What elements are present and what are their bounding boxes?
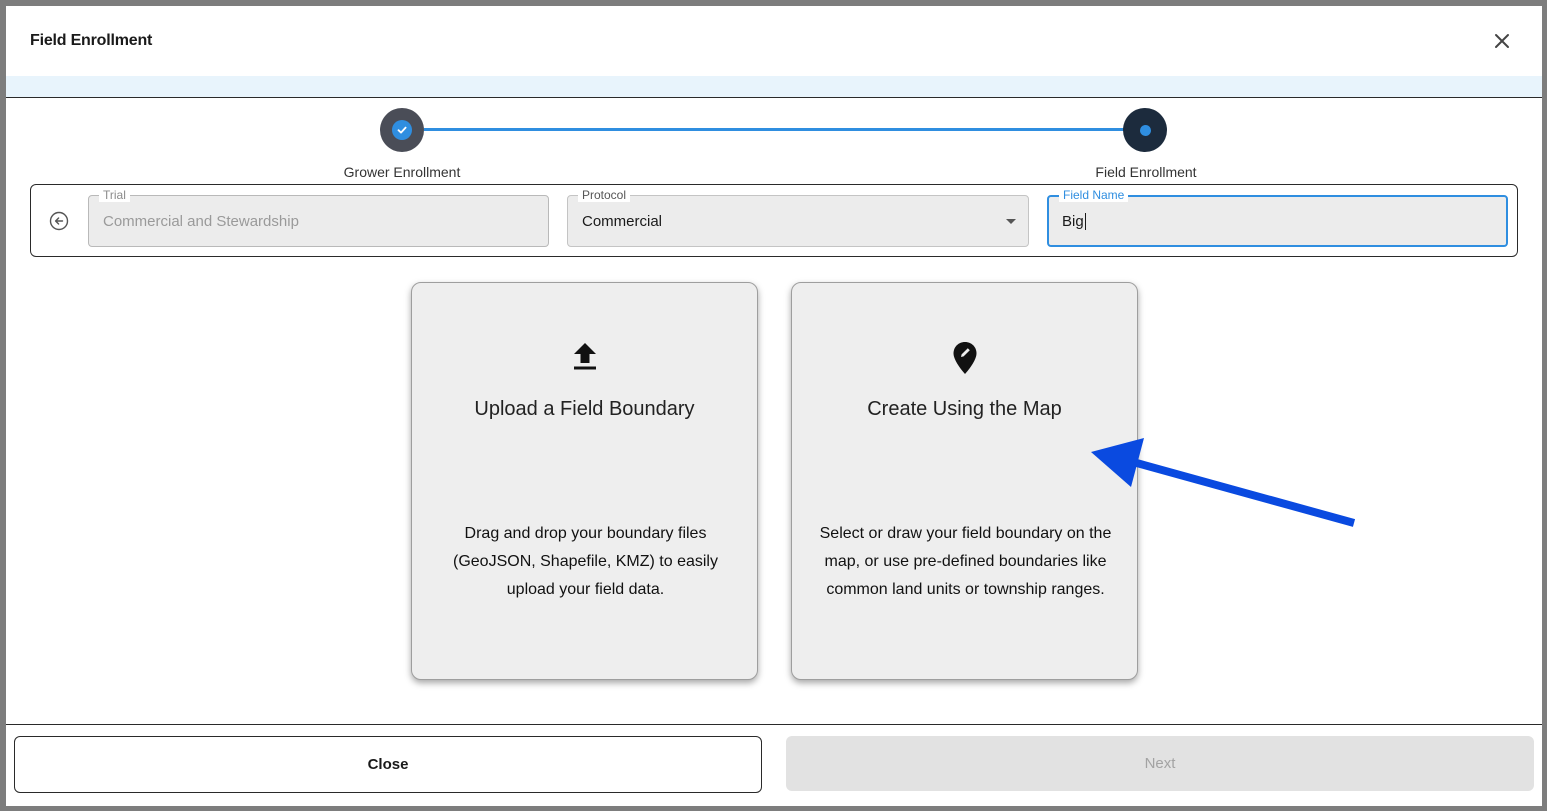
field-name-input[interactable]: Field Name Big bbox=[1047, 188, 1508, 247]
upload-card-description: Drag and drop your boundary files (GeoJS… bbox=[453, 525, 718, 598]
upload-icon bbox=[569, 341, 601, 377]
step-label-field: Field Enrollment bbox=[1095, 164, 1197, 180]
protocol-label: Protocol bbox=[578, 188, 631, 202]
trial-value: Commercial and Stewardship bbox=[103, 213, 299, 230]
stepper-connector bbox=[424, 128, 1124, 131]
modal-title: Field Enrollment bbox=[30, 32, 153, 49]
check-icon bbox=[397, 126, 407, 134]
create-using-map-card[interactable]: Create Using the Map Select or draw your… bbox=[791, 282, 1138, 680]
enrollment-form-row: Trial Commercial and Stewardship Protoco… bbox=[30, 184, 1518, 257]
footer-divider bbox=[6, 724, 1542, 725]
upload-card-title: Upload a Field Boundary bbox=[474, 398, 695, 420]
step-field-enrollment[interactable] bbox=[1123, 108, 1167, 152]
close-button[interactable]: Close bbox=[14, 736, 762, 793]
arrow-left-circle-icon[interactable] bbox=[49, 211, 69, 231]
upload-boundary-card[interactable]: Upload a Field Boundary Drag and drop yo… bbox=[411, 282, 758, 680]
chevron-down-icon[interactable] bbox=[1006, 219, 1016, 224]
annotation-arrow-icon bbox=[1091, 438, 1356, 527]
map-pin-edit-icon bbox=[949, 341, 981, 377]
protocol-select[interactable]: Protocol Commercial bbox=[567, 188, 1029, 247]
modal-header: Field Enrollment bbox=[6, 6, 1542, 76]
active-dot-icon bbox=[1139, 124, 1151, 136]
step-label-grower: Grower Enrollment bbox=[343, 164, 461, 180]
trial-field: Trial Commercial and Stewardship bbox=[88, 188, 549, 247]
close-icon[interactable] bbox=[1490, 29, 1514, 53]
protocol-value: Commercial bbox=[582, 213, 663, 230]
step-grower-enrollment[interactable] bbox=[380, 108, 424, 152]
map-card-title: Create Using the Map bbox=[867, 398, 1062, 420]
field-name-value[interactable]: Big bbox=[1062, 213, 1086, 230]
info-strip bbox=[6, 76, 1542, 98]
trial-label: Trial bbox=[99, 188, 130, 202]
field-enrollment-modal: Field Enrollment Grower Enrollment Field… bbox=[6, 6, 1542, 806]
field-name-label: Field Name bbox=[1059, 188, 1129, 202]
enrollment-stepper: Grower Enrollment Field Enrollment bbox=[6, 106, 1542, 182]
map-card-description: Select or draw your field boundary on th… bbox=[819, 525, 1112, 598]
next-button[interactable]: Next bbox=[786, 736, 1534, 791]
